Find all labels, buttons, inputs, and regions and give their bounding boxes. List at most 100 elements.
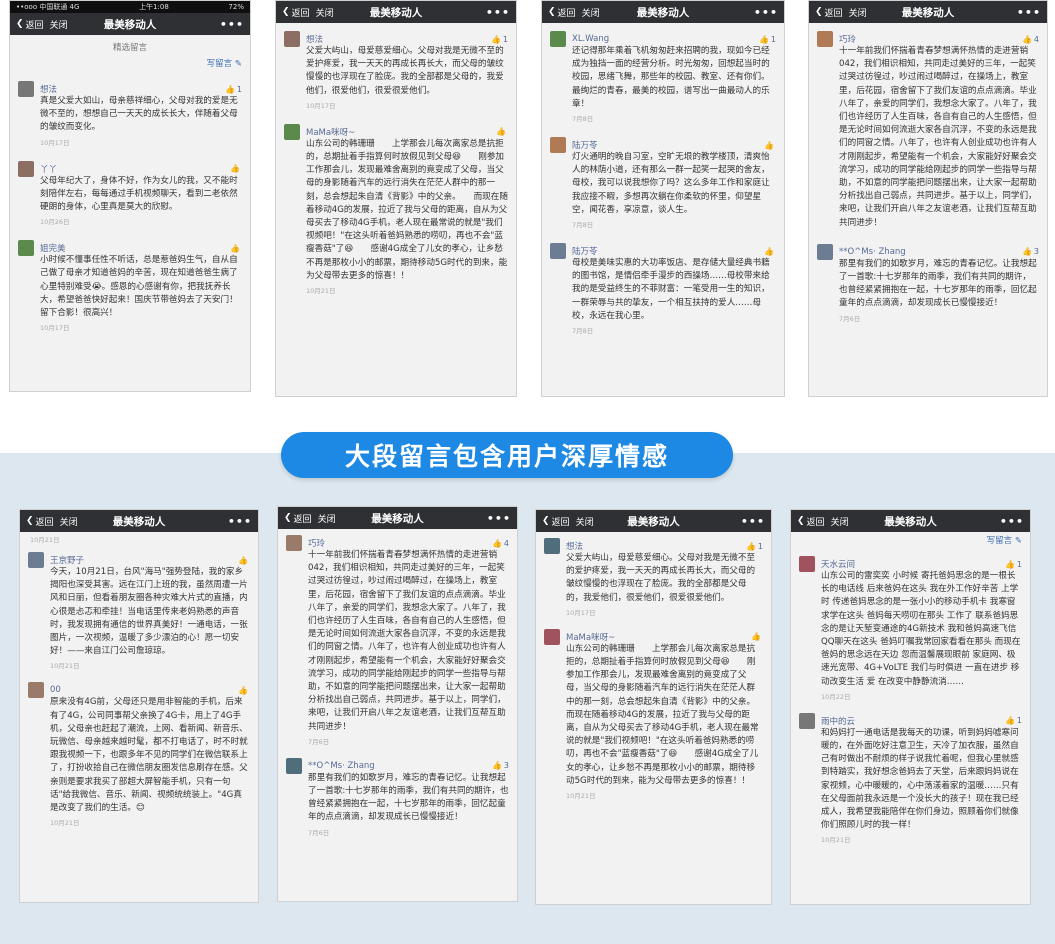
comment-date: 10月21日 — [306, 287, 336, 296]
page-title: 最美移动人 — [636, 6, 690, 19]
title-bar: ❮ 返回 关闭 最美移动人 ••• — [20, 510, 258, 532]
chevron-left-icon: ❮ — [542, 516, 550, 526]
close-button[interactable]: 关闭 — [50, 18, 68, 31]
comment-text: 十一年前我们怀揣着青春梦想满怀热情的走进营销042，我们相识相知，共同走过美好的… — [308, 550, 506, 732]
comment-item: **O^Ms· Zhang 👍 3 那里有我们的如歌岁月，难忘的青春记忆。让我想起了一… — [809, 236, 1047, 329]
write-comment-link[interactable]: 写留言 ✎ — [791, 532, 1030, 550]
close-button[interactable]: 关闭 — [60, 515, 78, 528]
carrier-text: ••ooo 中国联通 4G — [16, 3, 80, 11]
like-button[interactable]: 👍 1 — [491, 35, 508, 44]
comment-text: 十一年前我们怀揣着青春梦想满怀热情的走进营销042，我们相识相知，共同走过美好的… — [839, 46, 1037, 228]
avatar — [28, 552, 44, 568]
like-button[interactable]: 👍 3 — [492, 761, 509, 770]
more-menu-icon[interactable]: ••• — [1017, 6, 1041, 19]
commenter-name[interactable]: 想法 — [40, 83, 57, 95]
like-button[interactable]: 👍 1 — [1005, 560, 1022, 569]
like-button[interactable]: 👍 4 — [492, 539, 509, 548]
like-count: 1 — [1016, 716, 1022, 726]
like-button[interactable]: 👍 1 — [225, 85, 242, 94]
like-button[interactable]: 👍 — [751, 632, 763, 641]
commenter-name[interactable]: 丫丫 — [40, 163, 57, 175]
like-button[interactable]: 👍 — [238, 686, 250, 695]
close-button[interactable]: 关闭 — [318, 512, 336, 525]
commenter-name[interactable]: MaMa咪呀~ — [306, 126, 355, 138]
back-button[interactable]: ❮ 返回 — [26, 515, 54, 528]
commenter-name[interactable]: XL.Wang — [572, 34, 609, 44]
thumbs-up-icon: 👍 — [764, 140, 774, 150]
avatar — [799, 556, 815, 572]
write-comment-label: 写留言 — [206, 59, 233, 69]
like-count: 1 — [757, 541, 763, 551]
like-button[interactable]: 👍 1 — [759, 35, 776, 44]
thumbs-up-icon: 👍 — [496, 127, 506, 137]
title-bar: ❮ 返回 关闭 最美移动人 ••• — [536, 510, 771, 532]
back-button[interactable]: ❮ 返回 — [284, 512, 312, 525]
thumbs-up-icon: 👍 — [758, 34, 769, 44]
close-button[interactable]: 关闭 — [576, 515, 594, 528]
commenter-name[interactable]: 巧玲 — [308, 537, 325, 549]
commenter-name[interactable]: 陆万苓 — [572, 245, 598, 257]
chevron-left-icon: ❮ — [815, 7, 823, 17]
back-button[interactable]: ❮ 返回 — [16, 18, 44, 31]
more-menu-icon[interactable]: ••• — [228, 515, 252, 528]
commenter-name[interactable]: 姐完美 — [40, 242, 66, 254]
commenter-name[interactable]: 陆万苓 — [572, 139, 598, 151]
like-count: 1 — [770, 34, 776, 44]
like-button[interactable]: 👍 — [230, 244, 242, 253]
thumbs-up-icon: 👍 — [751, 632, 761, 642]
back-button[interactable]: ❮ 返回 — [542, 515, 570, 528]
commenter-name[interactable]: **O^Ms· Zhang — [308, 761, 375, 771]
close-button[interactable]: 关闭 — [582, 6, 600, 19]
write-comment-link[interactable]: 写留言 ✎ — [10, 55, 250, 73]
back-label: 返回 — [551, 517, 570, 528]
like-button[interactable]: 👍 — [764, 247, 776, 256]
commenter-name[interactable]: 巧玲 — [839, 33, 856, 45]
comment-item: 巧玲 👍 4 十一年前我们怀揣着青春梦想满怀热情的走进营销042，我们相识相知，共同走… — [809, 23, 1047, 236]
commenter-name[interactable]: 想法 — [566, 540, 583, 552]
commenter-name[interactable]: 王京野子 — [50, 554, 84, 566]
like-button[interactable]: 👍 4 — [1022, 35, 1039, 44]
like-count: 1 — [1016, 559, 1022, 569]
back-button[interactable]: ❮ 返回 — [282, 6, 310, 19]
comment-date: 7月6日 — [308, 737, 330, 746]
more-menu-icon[interactable]: ••• — [220, 18, 244, 31]
more-menu-icon[interactable]: ••• — [1000, 515, 1024, 528]
more-menu-icon[interactable]: ••• — [487, 512, 511, 525]
close-button[interactable]: 关闭 — [316, 6, 334, 19]
comment-date: 10月17日 — [306, 101, 336, 110]
like-button[interactable]: 👍 — [230, 164, 242, 173]
comment-text: 那里有我们的如歌岁月，难忘的青春记忆。让我想起了一首歌:十七岁那年的雨季，我们有… — [839, 258, 1037, 309]
avatar — [550, 31, 566, 47]
more-menu-icon[interactable]: ••• — [486, 6, 510, 19]
thumbs-up-icon: 👍 — [238, 555, 248, 565]
comment-item: 想法 👍 1 父爱大屿山，母爱慈爱细心。父母对我是无微不至的爱护疼爱，我一天天的再成长… — [536, 532, 771, 623]
like-button[interactable]: 👍 3 — [1022, 247, 1039, 256]
comment-date: 7月8日 — [572, 115, 594, 124]
clock-text: 上午1:08 — [139, 3, 169, 11]
title-bar: ❮ 返回 关闭 最美移动人 ••• — [542, 1, 784, 23]
commenter-name[interactable]: **O^Ms· Zhang — [839, 247, 906, 257]
commenter-name[interactable]: 天水云间 — [821, 558, 855, 570]
like-button[interactable]: 👍 1 — [1005, 716, 1022, 725]
commenter-name[interactable]: 雨中的云 — [821, 715, 855, 727]
back-button[interactable]: ❮ 返回 — [797, 515, 825, 528]
thumbs-up-icon: 👍 — [238, 685, 248, 695]
back-button[interactable]: ❮ 返回 — [815, 6, 843, 19]
like-button[interactable]: 👍 — [496, 127, 508, 136]
commenter-name[interactable]: 想法 — [306, 33, 323, 45]
chevron-left-icon: ❮ — [16, 19, 24, 29]
comment-date: 10月17日 — [40, 324, 70, 333]
commenter-name[interactable]: MaMa咪呀~ — [566, 631, 615, 643]
comment-item: 想法 👍 1 真是父爱大如山，母亲慈祥细心，父母对我的爱是无微不至的，想想自己一天天的… — [10, 73, 250, 153]
page-title: 最美移动人 — [901, 6, 955, 19]
more-menu-icon[interactable]: ••• — [754, 6, 778, 19]
like-button[interactable]: 👍 1 — [746, 542, 763, 551]
close-button[interactable]: 关闭 — [849, 6, 867, 19]
more-menu-icon[interactable]: ••• — [741, 515, 765, 528]
close-button[interactable]: 关闭 — [831, 515, 849, 528]
back-button[interactable]: ❮ 返回 — [548, 6, 576, 19]
comment-item: 王京野子 👍 今天，10月21日，台风"海马"强势登陆，我的家乡揭阳也深受其害。远在… — [20, 546, 258, 676]
like-button[interactable]: 👍 — [764, 141, 776, 150]
like-button[interactable]: 👍 — [238, 556, 250, 565]
commenter-name[interactable]: 00 — [50, 685, 61, 695]
